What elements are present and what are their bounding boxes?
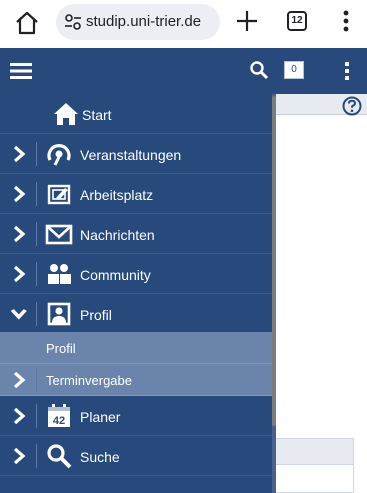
tab-count: 12 [291, 15, 303, 26]
chevron-down-icon[interactable] [8, 304, 28, 324]
nav-item-label: Profil [80, 307, 112, 323]
nav-item-label: Start [82, 107, 112, 123]
hamburger-icon[interactable] [10, 62, 32, 80]
plus-icon[interactable] [234, 8, 260, 34]
chevron-right-icon[interactable] [12, 406, 26, 426]
person-icon [47, 302, 71, 326]
subnav-item-label: Terminvergabe [46, 373, 132, 388]
nav-item-start[interactable]: Start [0, 94, 272, 134]
calendar-day-number: 42 [53, 415, 65, 427]
content-box-header [273, 439, 353, 465]
workplace-icon [47, 184, 71, 205]
nav-divider [36, 262, 37, 286]
content-box [272, 438, 354, 493]
app-header: 0 [0, 48, 367, 94]
nav-item-label: Suche [80, 449, 120, 465]
nav-divider [36, 142, 37, 166]
nav-divider [36, 368, 37, 392]
search-icon[interactable] [249, 60, 269, 80]
home-icon [54, 103, 78, 125]
more-vert-icon[interactable] [336, 8, 356, 34]
nav-item-arbeitsplatz[interactable]: Arbeitsplatz [0, 174, 272, 214]
nav-divider [36, 404, 37, 428]
chevron-right-icon[interactable] [12, 224, 26, 244]
nav-item-suche[interactable]: Suche [0, 436, 272, 476]
tab-switcher-button[interactable]: 12 [287, 11, 307, 31]
chevron-right-icon[interactable] [12, 184, 26, 204]
subnav-item-profil[interactable]: Profil [0, 332, 272, 364]
chevron-right-icon[interactable] [12, 264, 26, 284]
browser-toolbar: studip.uni-trier.de 12 [0, 0, 367, 48]
side-navigation: Start Veranstaltungen Arbeitsplatz Nachr… [0, 94, 276, 493]
nav-divider [36, 222, 37, 246]
chevron-right-icon[interactable] [12, 144, 26, 164]
nav-item-label: Arbeitsplatz [80, 187, 154, 203]
calendar-icon: 42 [48, 404, 70, 427]
search-icon [47, 444, 72, 469]
address-bar[interactable]: studip.uni-trier.de [56, 4, 220, 40]
nav-item-veranstaltungen[interactable]: Veranstaltungen [0, 134, 272, 174]
nav-item-profil[interactable]: Profil [0, 294, 272, 334]
help-icon[interactable] [342, 96, 362, 116]
mail-icon [45, 224, 73, 245]
tune-icon[interactable] [64, 14, 82, 30]
nav-item-nachrichten[interactable]: Nachrichten [0, 214, 272, 254]
nav-item-label: Veranstaltungen [80, 147, 182, 163]
notification-badge[interactable]: 0 [284, 61, 304, 79]
nav-divider [36, 444, 37, 468]
nav-divider [36, 302, 37, 326]
more-vert-icon[interactable] [340, 61, 354, 81]
community-icon [48, 264, 71, 284]
nav-item-label: Planer [80, 409, 121, 425]
chevron-right-icon[interactable] [12, 370, 26, 390]
subnav-item-terminvergabe[interactable]: Terminvergabe [0, 364, 272, 396]
nav-item-label: Nachrichten [80, 227, 155, 243]
seminar-icon [47, 144, 71, 166]
nav-divider [36, 182, 37, 206]
home-icon[interactable] [14, 10, 40, 36]
url-text[interactable]: studip.uni-trier.de [86, 13, 201, 30]
nav-item-community[interactable]: Community [0, 254, 272, 294]
nav-item-planer[interactable]: 42 Planer [0, 396, 272, 436]
nav-scrollbar[interactable] [272, 96, 276, 426]
nav-item-label: Community [80, 267, 151, 283]
chevron-right-icon[interactable] [12, 446, 26, 466]
subnav-item-label: Profil [46, 341, 76, 356]
